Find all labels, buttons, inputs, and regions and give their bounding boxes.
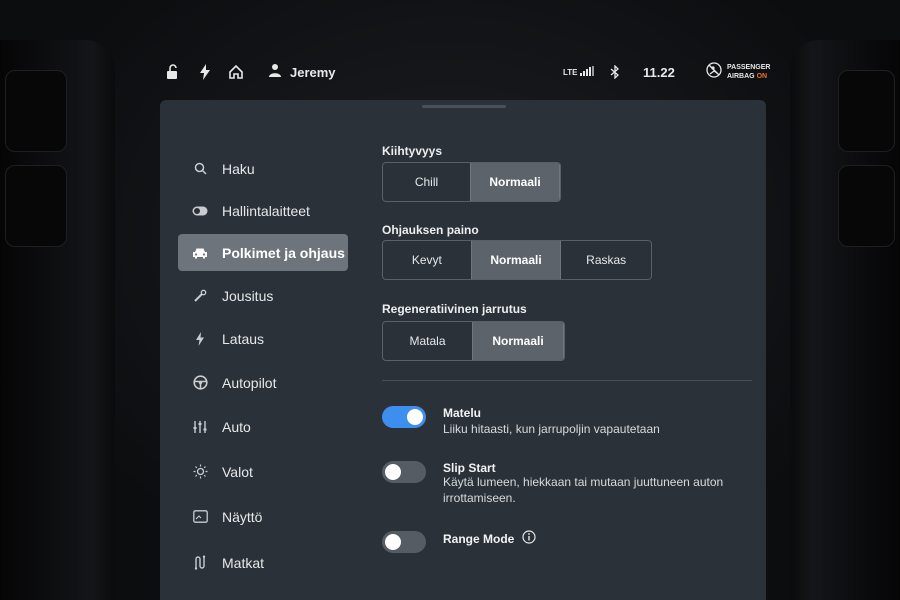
sidebar-item-auto[interactable]: Auto bbox=[178, 408, 348, 445]
drag-handle[interactable] bbox=[422, 105, 506, 108]
car-icon bbox=[190, 247, 210, 259]
steering-option-kevyt[interactable]: Kevyt bbox=[383, 241, 471, 279]
slip-start-toggle[interactable] bbox=[382, 461, 426, 483]
toggle-icon bbox=[190, 206, 210, 216]
steering-weight-segmented-control: Kevyt Normaali Raskas bbox=[382, 240, 652, 280]
clock: 11.22 bbox=[643, 64, 675, 80]
sidebar-item-label: Valot bbox=[222, 463, 253, 480]
acceleration-label: Kiihtyvyys bbox=[382, 144, 443, 158]
passenger-airbag-indicator: PASSENGER AIRBAG ON bbox=[706, 52, 770, 92]
signal-icon bbox=[579, 66, 594, 78]
acceleration-option-normaali[interactable]: Normaali bbox=[470, 163, 560, 201]
person-icon bbox=[268, 63, 282, 82]
sun-icon bbox=[190, 464, 210, 479]
creep-description: Liiku hitaasti, kun jarrupoljin vapautet… bbox=[443, 422, 660, 436]
sidebar-item-matkat[interactable]: Matkat bbox=[178, 544, 348, 581]
settings-panel: Haku Hallintalaitteet Polkimet ja ohjaus… bbox=[160, 100, 766, 600]
regen-braking-segmented-control: Matala Normaali bbox=[382, 321, 565, 361]
sidebar-item-autopilot[interactable]: Autopilot bbox=[178, 364, 348, 401]
sidebar-item-label: Lataus bbox=[222, 330, 265, 347]
sidebar-item-label: Hallintalaitteet bbox=[222, 202, 310, 219]
creep-title: Matelu bbox=[443, 406, 482, 420]
steering-option-normaali[interactable]: Normaali bbox=[470, 241, 562, 279]
sidebar-item-valot[interactable]: Valot bbox=[178, 453, 348, 490]
slip-start-title: Slip Start bbox=[443, 461, 496, 475]
section-divider bbox=[382, 380, 752, 381]
steering-wheel-icon bbox=[190, 375, 210, 390]
range-mode-title: Range Mode bbox=[443, 531, 515, 546]
sidebar-item-label: Haku bbox=[222, 160, 255, 177]
bolt-icon bbox=[190, 331, 210, 346]
wrench-icon bbox=[190, 289, 210, 303]
airbag-label-line2: AIRBAG bbox=[727, 73, 755, 80]
bolt-icon[interactable] bbox=[199, 52, 211, 92]
network-type: LTE bbox=[563, 67, 578, 77]
sidebar-item-haku[interactable]: Haku bbox=[178, 150, 348, 187]
sidebar-item-jousitus[interactable]: Jousitus bbox=[178, 277, 348, 314]
status-bar: Jeremy LTE 11.22 PASSENGER AIRBAG ON bbox=[150, 52, 790, 92]
sidebar-item-lataus[interactable]: Lataus bbox=[178, 320, 348, 357]
search-icon bbox=[190, 162, 210, 175]
display-icon bbox=[190, 510, 210, 523]
regen-option-normaali[interactable]: Normaali bbox=[472, 322, 564, 360]
sidebar-item-label: Matkat bbox=[222, 554, 265, 571]
steering-weight-label: Ohjauksen paino bbox=[382, 223, 479, 237]
left-air-vent bbox=[0, 40, 115, 600]
user-profile[interactable]: Jeremy bbox=[268, 52, 336, 92]
sidebar-item-label: Auto bbox=[222, 418, 251, 435]
sidebar-item-label: Jousitus bbox=[222, 287, 274, 304]
sidebar-item-label: Polkimet ja ohjaus bbox=[222, 244, 345, 261]
sliders-icon bbox=[190, 420, 210, 434]
airbag-state: ON bbox=[756, 73, 768, 80]
sidebar-item-naytto[interactable]: Näyttö bbox=[178, 498, 348, 535]
steering-option-raskas[interactable]: Raskas bbox=[561, 241, 651, 279]
regen-braking-label: Regeneratiivinen jarrutus bbox=[382, 302, 527, 316]
sidebar-item-polkimet-ja-ohjaus[interactable]: Polkimet ja ohjaus bbox=[178, 234, 348, 271]
sidebar-item-hallintalaitteet[interactable]: Hallintalaitteet bbox=[178, 192, 348, 229]
creep-toggle[interactable] bbox=[382, 406, 426, 428]
range-mode-toggle[interactable] bbox=[382, 531, 426, 553]
acceleration-segmented-control: Chill Normaali bbox=[382, 162, 561, 202]
sidebar-item-label: Autopilot bbox=[222, 374, 277, 391]
network-status: LTE bbox=[563, 52, 594, 92]
home-icon[interactable] bbox=[228, 52, 244, 92]
regen-option-matala[interactable]: Matala bbox=[383, 322, 472, 360]
airbag-label-line1: PASSENGER bbox=[727, 64, 771, 71]
bluetooth-icon[interactable] bbox=[610, 52, 620, 92]
sidebar-item-label: Näyttö bbox=[222, 508, 263, 525]
unlock-icon[interactable] bbox=[165, 52, 181, 92]
slip-start-description: Käytä lumeen, hiekkaan tai mutaan juuttu… bbox=[443, 475, 724, 505]
range-mode-row: Range Mode bbox=[443, 530, 536, 547]
info-icon[interactable] bbox=[522, 530, 536, 547]
right-air-vent bbox=[790, 40, 900, 600]
user-name: Jeremy bbox=[290, 64, 336, 80]
acceleration-option-chill[interactable]: Chill bbox=[383, 163, 470, 201]
route-icon bbox=[190, 555, 210, 570]
airbag-icon bbox=[706, 61, 722, 83]
